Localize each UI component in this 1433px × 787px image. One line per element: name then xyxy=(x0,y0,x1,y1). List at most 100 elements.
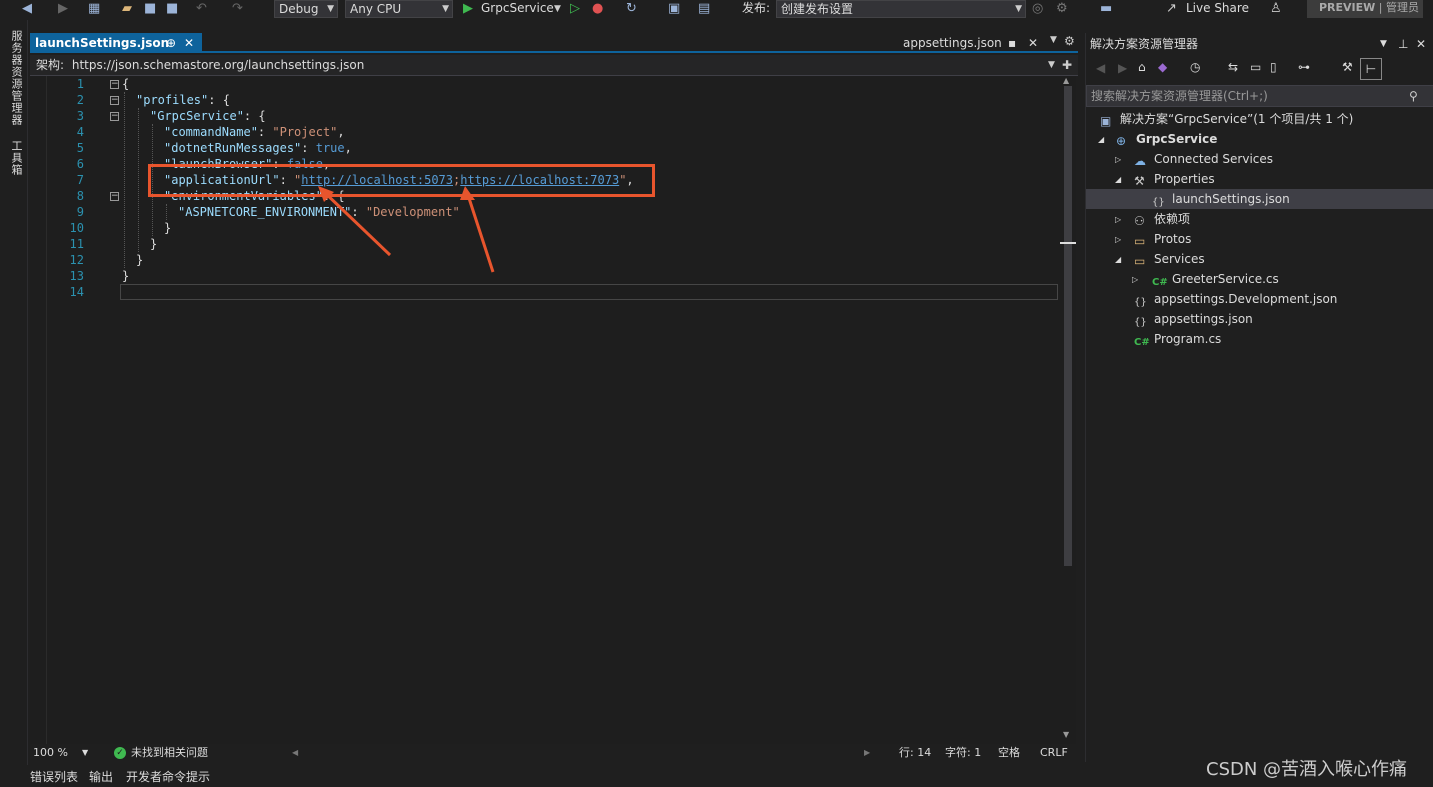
hot-reload-icon[interactable]: ● xyxy=(592,1,603,17)
gear-icon[interactable]: ⚙ xyxy=(1056,1,1068,17)
pin-icon[interactable]: ⊕ xyxy=(166,33,176,53)
pin-icon[interactable]: ⊥ xyxy=(1398,33,1408,55)
tree-services[interactable]: ▭ Services xyxy=(1134,249,1205,269)
back-icon[interactable]: ◀ xyxy=(22,1,32,17)
scroll-thumb[interactable] xyxy=(1064,86,1072,566)
publish-select[interactable]: 创建发布设置 ▼ xyxy=(776,0,1026,18)
expand-arrow-icon[interactable]: ▷ xyxy=(1115,155,1121,164)
wrench-icon[interactable]: ⚒ xyxy=(1342,60,1353,74)
start-without-debug-icon[interactable]: ▷ xyxy=(570,1,580,17)
tree-program[interactable]: C# Program.cs xyxy=(1134,329,1221,349)
expand-arrow-icon[interactable]: ▷ xyxy=(1115,235,1121,244)
fold-toggle[interactable]: − xyxy=(110,80,119,89)
collapse-arrow-icon[interactable]: ◢ xyxy=(1115,255,1121,264)
search-icon[interactable]: ⚲ xyxy=(1409,86,1418,106)
redo-icon[interactable]: ↷ xyxy=(232,1,243,17)
scroll-left-icon[interactable]: ◀ xyxy=(292,744,298,762)
start-icon[interactable]: ▶ xyxy=(463,1,473,17)
json-file-icon: {} xyxy=(1134,297,1147,308)
tree-launchsettings[interactable]: {} launchSettings.json xyxy=(1152,189,1290,209)
toolbox-tab[interactable]: 工具箱 xyxy=(8,140,24,176)
vs-icon[interactable]: ◆ xyxy=(1158,60,1167,74)
fold-toggle[interactable]: − xyxy=(110,96,119,105)
scroll-right-icon[interactable]: ▶ xyxy=(864,744,870,762)
tree-appsettings-dev[interactable]: {} appsettings.Development.json xyxy=(1134,289,1337,309)
fold-toggle[interactable]: − xyxy=(110,192,119,201)
scroll-down-icon[interactable]: ▼ xyxy=(1063,730,1069,739)
json-key: "profiles" xyxy=(136,93,209,107)
platform-select[interactable]: Any CPU ▼ xyxy=(345,0,453,18)
editor-scrollbar[interactable]: ▲ ▼ xyxy=(1060,76,1076,744)
collapse-arrow-icon[interactable]: ◢ xyxy=(1098,135,1104,144)
chevron-down-icon[interactable]: ▼ xyxy=(1380,33,1387,55)
tab-launchsettings[interactable]: launchSettings.json ⊕ ✕ xyxy=(30,33,202,53)
live-share-button[interactable]: Live Share xyxy=(1186,0,1249,16)
chevron-down-icon[interactable]: ▼ xyxy=(82,744,88,762)
server-explorer-tab[interactable]: 服务器资源管理器 xyxy=(8,30,24,126)
sync-icon[interactable]: ⇆ xyxy=(1228,60,1238,74)
fold-toggle[interactable]: − xyxy=(110,112,119,121)
collapse-icon[interactable]: ▭ xyxy=(1250,60,1261,74)
chevron-down-icon[interactable]: ▼ xyxy=(1050,35,1057,45)
schema-url[interactable]: https://json.schemastore.org/launchsetti… xyxy=(72,58,364,72)
save-icon[interactable]: ■ xyxy=(144,1,156,17)
indent-guide xyxy=(166,204,167,220)
collapse-arrow-icon[interactable]: ◢ xyxy=(1115,175,1121,184)
tree-solution[interactable]: ▣ 解决方案“GrpcService”(1 个项目/共 1 个) xyxy=(1100,109,1353,129)
tree-appsettings[interactable]: {} appsettings.json xyxy=(1134,309,1253,329)
live-share-icon[interactable]: ↗ xyxy=(1166,1,1177,17)
json-file-icon: {} xyxy=(1134,317,1147,328)
tree-connected-services[interactable]: ☁ Connected Services xyxy=(1134,149,1273,169)
account-icon[interactable]: ♙ xyxy=(1270,1,1282,17)
tree-project[interactable]: ⊕ GrpcService xyxy=(1116,129,1217,149)
globe-icon[interactable]: ◎ xyxy=(1032,1,1043,17)
undo-icon[interactable]: ↶ xyxy=(196,1,207,17)
preview-icon[interactable]: ⊢ xyxy=(1360,58,1382,80)
tree-properties[interactable]: ⚒ Properties xyxy=(1134,169,1215,189)
save-all-icon[interactable]: ■ xyxy=(166,1,178,17)
solution-search-input[interactable]: 搜索解决方案资源管理器(Ctrl+;) ⚲ xyxy=(1086,85,1433,107)
tree-protos[interactable]: ▭ Protos xyxy=(1134,229,1191,249)
deploy-icon[interactable]: ▬ xyxy=(1100,1,1112,17)
solution-icon: ▣ xyxy=(1100,114,1112,128)
refresh-icon[interactable]: ↻ xyxy=(626,1,637,17)
line-number: 1 xyxy=(76,77,84,91)
layout-icon[interactable]: ▤ xyxy=(698,1,710,17)
zoom-select[interactable]: 100 % xyxy=(33,744,68,762)
whitespace-indicator[interactable]: 空格 xyxy=(998,744,1020,762)
browser-link-icon[interactable]: ▣ xyxy=(668,1,680,17)
tree-dependencies[interactable]: ⚇ 依赖项 xyxy=(1134,209,1190,229)
home-icon[interactable]: ⌂ xyxy=(1138,60,1146,74)
eol-indicator[interactable]: CRLF xyxy=(1040,744,1068,762)
tab-dev-command-prompt[interactable]: 开发者命令提示 xyxy=(126,768,210,787)
chevron-down-icon[interactable]: ▼ xyxy=(554,1,561,17)
close-icon[interactable]: ✕ xyxy=(1028,33,1038,53)
tab-error-list[interactable]: 错误列表 xyxy=(30,768,78,787)
tab-output[interactable]: 输出 xyxy=(89,768,113,787)
expand-arrow-icon[interactable]: ▷ xyxy=(1132,275,1138,284)
back-icon[interactable]: ◀ xyxy=(1096,61,1105,75)
expand-arrow-icon[interactable]: ▷ xyxy=(1115,215,1121,224)
tab-appsettings[interactable]: appsettings.json ▪ ✕ xyxy=(898,33,1048,53)
chevron-down-icon: ▼ xyxy=(1015,4,1022,14)
configuration-select[interactable]: Debug ▼ xyxy=(274,0,338,18)
scroll-up-icon[interactable]: ▲ xyxy=(1063,76,1069,85)
filter-icon[interactable]: ⊶ xyxy=(1298,60,1310,74)
split-icon[interactable]: ✚ xyxy=(1062,55,1072,75)
forward-icon[interactable]: ▶ xyxy=(58,1,68,17)
new-project-icon[interactable]: ▦ xyxy=(88,1,100,17)
issues-status[interactable]: 未找到相关问题 xyxy=(131,744,208,762)
open-folder-icon[interactable]: ▰ xyxy=(122,1,132,17)
gear-icon[interactable]: ⚙ xyxy=(1064,34,1075,48)
close-icon[interactable]: ✕ xyxy=(1416,33,1426,55)
history-icon[interactable]: ◷ xyxy=(1190,60,1200,74)
line-indicator[interactable]: 行: 14 xyxy=(899,744,931,762)
chevron-down-icon[interactable]: ▼ xyxy=(1048,55,1055,75)
forward-icon[interactable]: ▶ xyxy=(1118,61,1127,75)
close-icon[interactable]: ✕ xyxy=(184,33,194,53)
column-indicator[interactable]: 字符: 1 xyxy=(945,744,981,762)
show-all-icon[interactable]: ▯ xyxy=(1270,60,1277,74)
tree-greeterservice[interactable]: C# GreeterService.cs xyxy=(1152,269,1279,289)
run-target[interactable]: GrpcService xyxy=(481,0,554,16)
pin-icon[interactable]: ▪ xyxy=(1008,33,1016,53)
